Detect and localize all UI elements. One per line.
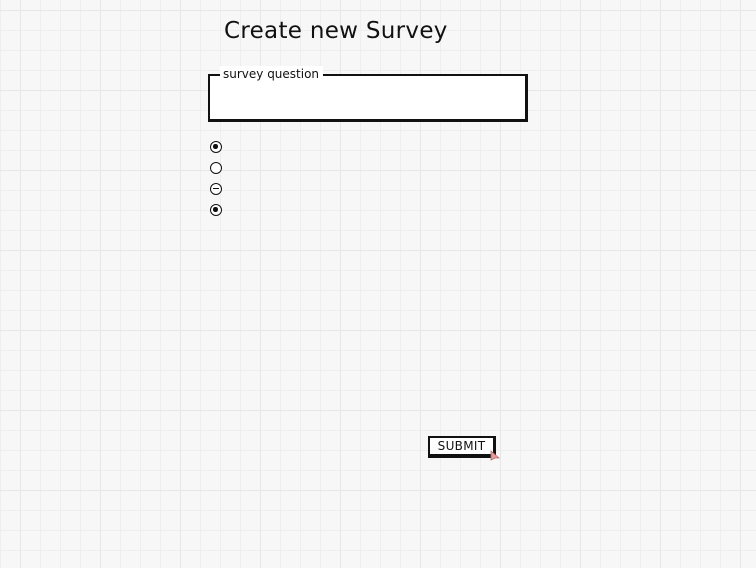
cursor-icon	[490, 450, 500, 461]
answer-radio-list	[210, 141, 222, 225]
submit-button[interactable]: SUBMIT	[428, 436, 496, 458]
answer-radio-2[interactable]	[210, 162, 222, 174]
page-title: Create new Survey	[224, 18, 448, 44]
answer-radio-1[interactable]	[210, 141, 222, 153]
answer-radio-4[interactable]	[210, 204, 222, 216]
answer-radio-3[interactable]	[210, 183, 222, 195]
survey-question-legend: survey question	[220, 66, 324, 82]
